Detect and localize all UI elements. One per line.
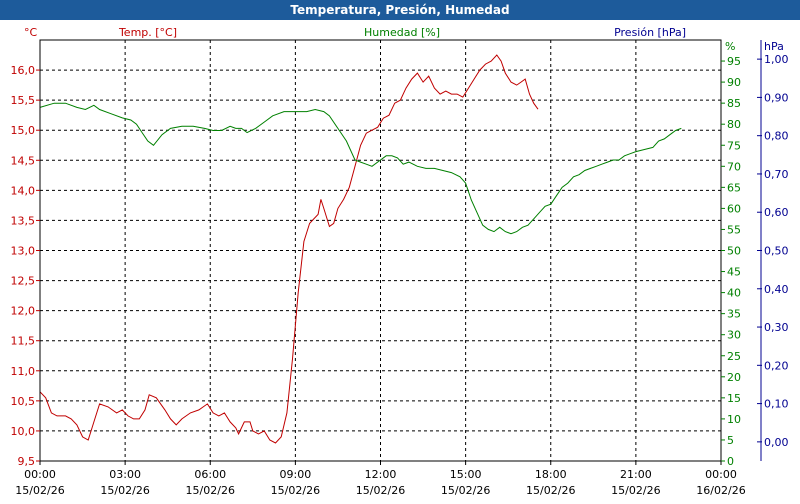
x-tick-date: 15/02/26 bbox=[526, 484, 575, 497]
pressure-tick-label: 1,00 bbox=[764, 53, 789, 66]
pressure-tick-label: 0,70 bbox=[764, 168, 789, 181]
humidity-tick-label: 70 bbox=[727, 160, 741, 173]
x-tick-time: 18:00 bbox=[535, 468, 567, 481]
series-line-temperature bbox=[39, 54, 539, 444]
humidity-tick-label: 45 bbox=[727, 266, 741, 279]
humidity-tick-label: 35 bbox=[727, 308, 741, 321]
humidity-tick-label: 50 bbox=[727, 245, 741, 258]
humidity-tick-label: 25 bbox=[727, 350, 741, 363]
pressure-tick-label: 0,80 bbox=[764, 130, 789, 143]
temperature-tick-label: 10,5 bbox=[11, 395, 36, 408]
x-tick-time: 06:00 bbox=[194, 468, 226, 481]
x-tick-time: 12:00 bbox=[365, 468, 397, 481]
pressure-tick-label: 0,30 bbox=[764, 321, 789, 334]
temperature-tick-label: 12,5 bbox=[11, 275, 36, 288]
x-tick-date: 15/02/26 bbox=[100, 484, 149, 497]
x-tick-date: 15/02/26 bbox=[356, 484, 405, 497]
chart-svg: 9,5 10,0 10,5 11,0 11,5 12,0 12,5 13,0 13,5 14,0 1… bbox=[11, 26, 789, 497]
series-lines bbox=[39, 54, 682, 444]
humidity-tick-label: 65 bbox=[727, 181, 741, 194]
temperature-tick-label: 11,0 bbox=[11, 365, 36, 378]
humidity-tick-label: 40 bbox=[727, 287, 741, 300]
chart-title: Temperatura, Presión, Humedad bbox=[0, 0, 800, 20]
pressure-tick-label: 0,10 bbox=[764, 398, 789, 411]
x-tick-date: 15/02/26 bbox=[611, 484, 660, 497]
x-tick-time: 00:00 bbox=[24, 468, 56, 481]
temperature-tick-label: 11,5 bbox=[11, 335, 36, 348]
humidity-tick-label: 30 bbox=[727, 329, 741, 342]
x-tick-time: 00:00 bbox=[705, 468, 737, 481]
humidity-tick-label: 90 bbox=[727, 76, 741, 89]
temperature-unit: °C bbox=[24, 26, 38, 39]
temperature-label: Temp. [°C] bbox=[118, 26, 177, 39]
pressure-tick-label: 0,40 bbox=[764, 283, 789, 296]
axis-labels: 9,5 10,0 10,5 11,0 11,5 12,0 12,5 13,0 13,5 14,0 1… bbox=[11, 26, 789, 497]
x-tick-time: 21:00 bbox=[620, 468, 652, 481]
humidity-tick-label: 5 bbox=[727, 434, 734, 447]
temperature-tick-label: 10,0 bbox=[11, 425, 36, 438]
humidity-tick-label: 20 bbox=[727, 371, 741, 384]
humidity-tick-label: 0 bbox=[727, 455, 734, 468]
x-tick-date: 15/02/26 bbox=[441, 484, 490, 497]
pressure-tick-label: 0,50 bbox=[764, 245, 789, 258]
x-tick-date: 16/02/26 bbox=[696, 484, 745, 497]
temperature-tick-label: 15,5 bbox=[11, 94, 36, 107]
pressure-unit: hPa bbox=[764, 40, 784, 53]
chart-area: 9,5 10,0 10,5 11,0 11,5 12,0 12,5 13,0 13,5 14,0 1… bbox=[0, 20, 800, 500]
pressure-label: Presión [hPa] bbox=[614, 26, 686, 39]
pressure-tick-label: 0,90 bbox=[764, 91, 789, 104]
humidity-tick-label: 85 bbox=[727, 97, 741, 110]
temperature-tick-label: 14,0 bbox=[11, 184, 36, 197]
temperature-tick-label: 13,0 bbox=[11, 245, 36, 258]
x-tick-time: 15:00 bbox=[450, 468, 482, 481]
humidity-tick-label: 60 bbox=[727, 202, 741, 215]
x-tick-date: 15/02/26 bbox=[186, 484, 235, 497]
x-tick-time: 03:00 bbox=[109, 468, 141, 481]
humidity-tick-label: 10 bbox=[727, 413, 741, 426]
temperature-tick-label: 15,0 bbox=[11, 124, 36, 137]
series-line-humidity bbox=[39, 102, 682, 235]
temperature-tick-label: 9,5 bbox=[18, 455, 36, 468]
humidity-label: Humedad [%] bbox=[364, 26, 440, 39]
temperature-tick-label: 12,0 bbox=[11, 305, 36, 318]
x-tick-date: 15/02/26 bbox=[271, 484, 320, 497]
temperature-tick-label: 16,0 bbox=[11, 64, 36, 77]
humidity-tick-label: 80 bbox=[727, 118, 741, 131]
humidity-tick-label: 75 bbox=[727, 139, 741, 152]
temperature-tick-label: 14,5 bbox=[11, 154, 36, 167]
humidity-tick-label: 15 bbox=[727, 392, 741, 405]
pressure-tick-label: 0,00 bbox=[764, 436, 789, 449]
humidity-tick-label: 95 bbox=[727, 55, 741, 68]
grid bbox=[40, 40, 721, 461]
x-tick-date: 15/02/26 bbox=[15, 484, 64, 497]
pressure-tick-label: 0,20 bbox=[764, 359, 789, 372]
humidity-unit: % bbox=[725, 40, 735, 53]
pressure-tick-label: 0,60 bbox=[764, 206, 789, 219]
humidity-tick-label: 55 bbox=[727, 223, 741, 236]
x-tick-time: 09:00 bbox=[280, 468, 312, 481]
temperature-tick-label: 13,5 bbox=[11, 214, 36, 227]
